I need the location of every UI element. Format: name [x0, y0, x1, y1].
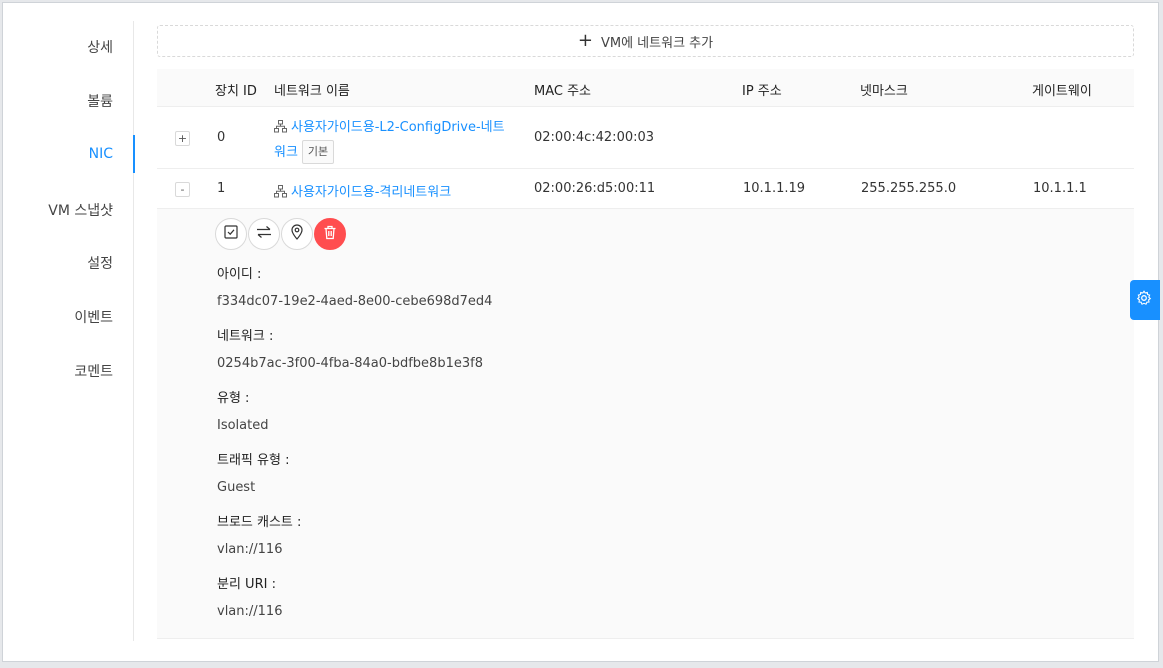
- table-row: - 1 사용자가이드용-격리네트워크 02:00:26:d5:00:11 10.…: [157, 169, 1134, 209]
- tab-comments[interactable]: 코멘트: [74, 361, 113, 381]
- network-icon: [274, 120, 287, 140]
- col-mac-address: MAC 주소: [534, 84, 592, 99]
- network-link[interactable]: 사용자가이드용-격리네트워크: [291, 185, 451, 200]
- field-value-traffic-type: Guest: [217, 480, 256, 495]
- network-link[interactable]: 사용자가이드용-L2-ConfigDrive-네트: [291, 120, 505, 135]
- network-icon: [274, 185, 287, 202]
- field-label-traffic-type: 트래픽 유형 :: [217, 453, 290, 468]
- field-value-type: Isolated: [217, 418, 269, 433]
- tab-volumes[interactable]: 볼륨: [87, 91, 113, 111]
- device-id: 1: [217, 181, 226, 196]
- add-network-button[interactable]: + VM에 네트워크 추가: [157, 25, 1134, 57]
- network-name-cell: 사용자가이드용-L2-ConfigDrive-네트 워크 기본: [274, 118, 505, 164]
- expand-row-button[interactable]: +: [175, 131, 190, 146]
- network-link-continued[interactable]: 워크: [274, 145, 298, 160]
- field-label-isolation-uri: 분리 URI :: [217, 577, 276, 592]
- col-network-name: 네트워크 이름: [274, 84, 350, 99]
- tab-vm-snapshots[interactable]: VM 스냅샷: [48, 200, 113, 220]
- tab-settings[interactable]: 설정: [87, 253, 113, 273]
- default-tag: 기본: [301, 140, 335, 164]
- delete-icon: [323, 225, 337, 244]
- update-ip-button[interactable]: [248, 218, 280, 250]
- field-value-broadcast: vlan://116: [217, 542, 283, 557]
- settings-drawer-button[interactable]: [1130, 280, 1160, 320]
- field-label-type: 유형 :: [217, 391, 250, 406]
- secondary-ip-button[interactable]: [281, 218, 313, 250]
- ip-address: 10.1.1.19: [743, 181, 806, 196]
- tab-nic[interactable]: NIC: [89, 146, 113, 162]
- checkbox-icon: [224, 225, 238, 243]
- set-default-button[interactable]: [215, 218, 247, 250]
- col-netmask: 넷마스크: [860, 84, 908, 99]
- remove-nic-button[interactable]: [314, 218, 346, 250]
- location-pin-icon: [290, 224, 304, 244]
- field-value-isolation-uri: vlan://116: [217, 604, 283, 619]
- gear-icon: [1136, 290, 1152, 310]
- gateway: 10.1.1.1: [1033, 181, 1087, 196]
- netmask: 255.255.255.0: [861, 181, 957, 196]
- add-network-label: VM에 네트워크 추가: [600, 35, 714, 51]
- swap-icon: [256, 225, 272, 243]
- table-row: + 0 사용자가이드용-L2-ConfigDrive-네트 워크 기본 02:00…: [157, 107, 1134, 169]
- network-name-cell: 사용자가이드용-격리네트워크: [274, 181, 451, 202]
- field-value-id: f334dc07-19e2-4aed-8e00-cebe698d7ed4: [217, 294, 493, 309]
- col-gateway: 게이트웨이: [1032, 84, 1092, 99]
- app-window: 상세 볼륨 NIC VM 스냅샷 설정 이벤트 코멘트 + VM에 네트워크 추…: [2, 2, 1160, 662]
- mac-address: 02:00:26:d5:00:11: [534, 181, 656, 196]
- table-header: 장치 ID 네트워크 이름 MAC 주소 IP 주소 넷마스크 게이트웨이: [157, 69, 1134, 107]
- nic-detail-panel: 아이디 : f334dc07-19e2-4aed-8e00-cebe698d7e…: [157, 209, 1134, 639]
- tab-events[interactable]: 이벤트: [74, 307, 113, 327]
- field-label-broadcast: 브로드 캐스트 :: [217, 515, 302, 530]
- col-device-id: 장치 ID: [215, 84, 257, 99]
- col-ip-address: IP 주소: [742, 84, 782, 99]
- active-tab-indicator: [133, 135, 135, 173]
- field-label-network: 네트워크 :: [217, 329, 274, 344]
- plus-icon: +: [577, 30, 593, 51]
- collapse-row-button[interactable]: -: [175, 182, 190, 197]
- field-value-network: 0254b7ac-3f00-4fba-84a0-bdfbe8b1e3f8: [217, 356, 483, 371]
- tab-details[interactable]: 상세: [87, 37, 113, 57]
- device-id: 0: [217, 130, 226, 145]
- nic-action-bar: [215, 218, 346, 250]
- field-label-id: 아이디 :: [217, 267, 262, 282]
- side-tabs: 상세 볼륨 NIC VM 스냅샷 설정 이벤트 코멘트: [3, 21, 135, 641]
- mac-address: 02:00:4c:42:00:03: [534, 130, 655, 145]
